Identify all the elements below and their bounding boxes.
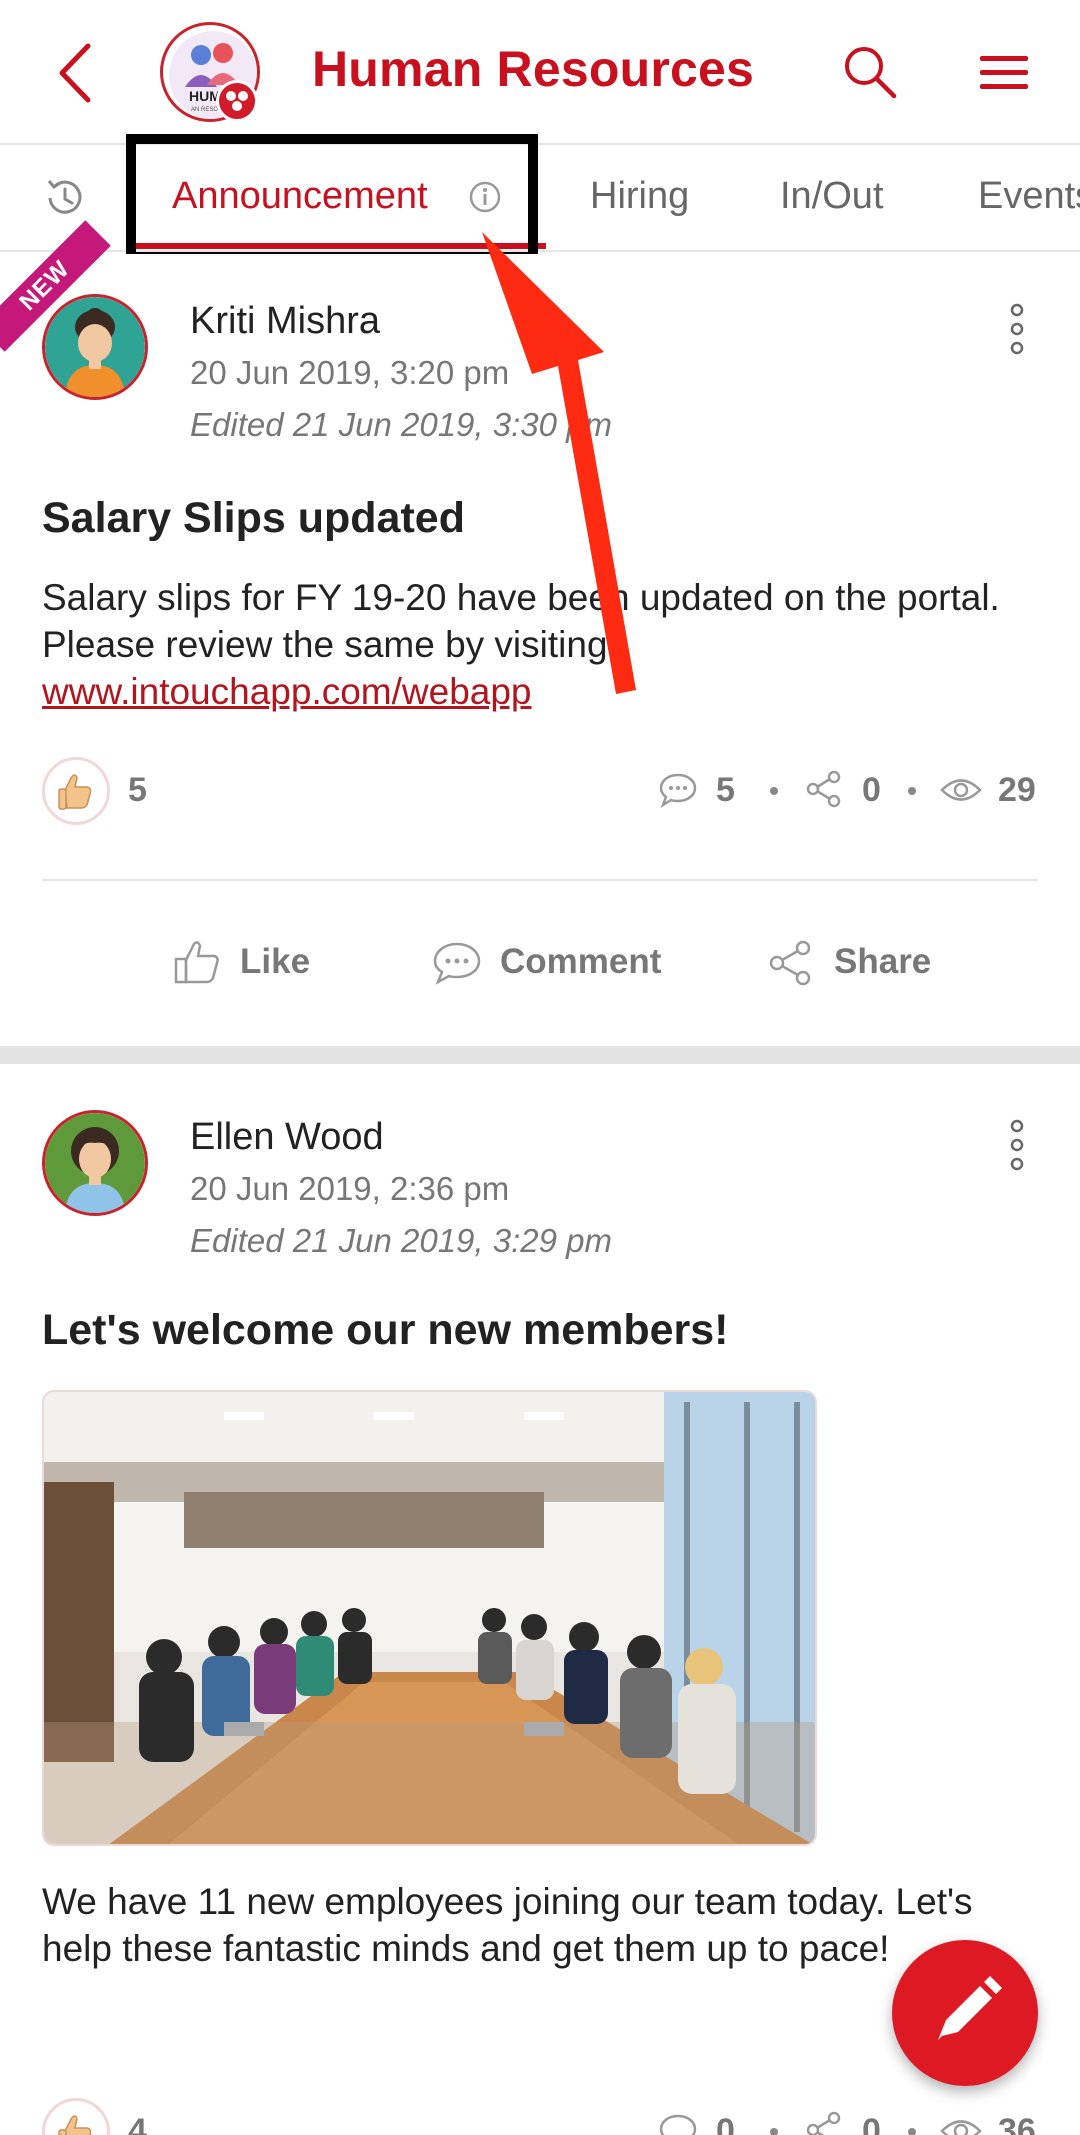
back-arrow-icon[interactable] — [48, 38, 108, 108]
pencil-icon — [938, 1976, 1002, 2040]
comments-count: 5 — [716, 771, 735, 809]
highlight-box — [126, 134, 538, 262]
like-button[interactable]: Like — [170, 934, 340, 994]
stat-separator — [908, 787, 916, 795]
post-author[interactable]: Kriti Mishra — [190, 300, 380, 343]
group-badge-icon — [216, 80, 258, 122]
share-label: Share — [834, 942, 932, 981]
share-count-icon — [806, 770, 841, 808]
more-options-icon[interactable] — [1002, 300, 1032, 360]
more-options-icon[interactable] — [1002, 1116, 1032, 1176]
comment-count-icon — [659, 2114, 697, 2135]
share-count-icon — [806, 2111, 841, 2135]
hamburger-menu-icon[interactable] — [978, 50, 1032, 96]
post-card: Kriti Mishra 20 Jun 2019, 3:20 pm Edited… — [0, 254, 1080, 1044]
views-count: 29 — [998, 771, 1036, 809]
post-body-text: Salary slips for FY 19-20 have been upda… — [42, 577, 1000, 665]
post-title: Salary Slips updated — [42, 494, 465, 542]
share-button[interactable]: Share — [764, 934, 964, 994]
stat-separator — [908, 2128, 916, 2135]
views-count-icon — [940, 2120, 982, 2135]
post-separator — [0, 1046, 1080, 1064]
likes-count: 5 — [128, 771, 147, 809]
post-edited-date: Edited 21 Jun 2019, 3:29 pm — [190, 1222, 612, 1259]
tab-hiring[interactable]: Hiring — [590, 175, 689, 218]
post-body: Salary slips for FY 19-20 have been upda… — [42, 574, 1042, 715]
history-icon[interactable] — [40, 173, 90, 223]
post-title: Let's welcome our new members! — [42, 1306, 729, 1354]
shares-count: 0 — [862, 2112, 881, 2135]
avatar[interactable] — [42, 294, 148, 400]
stat-separator — [770, 787, 778, 795]
compose-button[interactable] — [892, 1940, 1038, 2086]
stat-separator — [770, 2128, 778, 2135]
post-author[interactable]: Ellen Wood — [190, 1116, 384, 1159]
like-label: Like — [240, 942, 311, 981]
like-reaction-icon[interactable] — [42, 757, 110, 825]
likes-count: 4 — [128, 2112, 147, 2135]
comment-label: Comment — [500, 942, 662, 981]
search-icon[interactable] — [840, 42, 900, 102]
tab-in-out[interactable]: In/Out — [780, 175, 884, 218]
share-icon — [769, 940, 811, 986]
tab-events[interactable]: Events — [978, 175, 1080, 218]
app-header: HUM AN RESOUR Human Resources — [0, 0, 1080, 145]
comment-count-icon — [659, 773, 697, 809]
comment-icon — [433, 942, 481, 985]
comment-button[interactable]: Comment — [430, 934, 670, 994]
views-count-icon — [940, 779, 982, 801]
avatar[interactable] — [42, 1110, 148, 1216]
post-divider — [42, 879, 1038, 881]
post-link[interactable]: www.intouchapp.com/webapp — [42, 671, 532, 712]
thumbs-up-icon — [174, 941, 219, 984]
post-stats: 4 0 0 36 — [42, 2098, 1038, 2135]
comments-count: 0 — [716, 2112, 735, 2135]
post-date: 20 Jun 2019, 2:36 pm — [190, 1170, 510, 1207]
post-image[interactable] — [42, 1390, 817, 1846]
like-reaction-icon[interactable] — [42, 2098, 110, 2135]
views-count: 36 — [998, 2112, 1036, 2135]
post-stats: 5 5 0 29 — [42, 757, 1038, 827]
page-title: Human Resources — [312, 41, 755, 97]
shares-count: 0 — [862, 771, 881, 809]
post-date: 20 Jun 2019, 3:20 pm — [190, 354, 510, 391]
post-edited-date: Edited 21 Jun 2019, 3:30 pm — [190, 406, 612, 443]
